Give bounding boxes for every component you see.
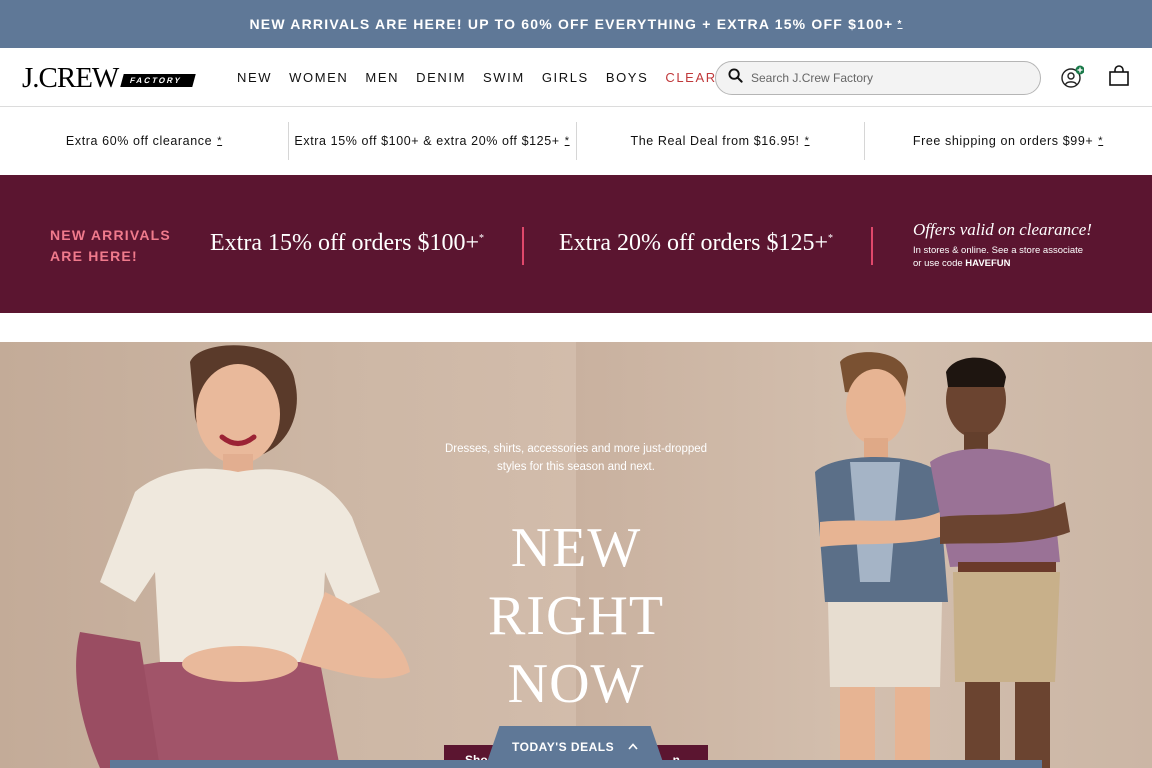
search-input[interactable] bbox=[751, 71, 1021, 85]
jcrew-factory-logo[interactable]: J.CREW FACTORY bbox=[22, 61, 196, 94]
offer-details-link[interactable]: * bbox=[217, 135, 222, 147]
deals-tab-label-row: TODAY'S DEALS bbox=[485, 739, 665, 754]
nav-men[interactable]: MEN bbox=[365, 70, 399, 85]
banner-lead-line2: ARE HERE! bbox=[50, 248, 138, 264]
offer-details-link[interactable]: * bbox=[1098, 135, 1103, 147]
search-icon[interactable] bbox=[728, 68, 743, 88]
banner-valid-heading: Offers valid on clearance! bbox=[913, 220, 1092, 239]
chevron-up-icon bbox=[628, 739, 638, 753]
banner-offer-20-mark: * bbox=[828, 233, 834, 244]
top-promo-bar[interactable]: NEW ARRIVALS ARE HERE! UP TO 60% OFF EVE… bbox=[0, 0, 1152, 48]
banner-offer-15-text: Extra 15% off orders $100+ bbox=[210, 230, 480, 256]
banner-valid-line2: or use code HAVEFUN bbox=[913, 257, 1092, 270]
logo-factory-tag: FACTORY bbox=[120, 73, 196, 87]
nav-swim[interactable]: SWIM bbox=[483, 70, 525, 85]
hero-section[interactable]: Dresses, shirts, accessories and more ju… bbox=[0, 342, 1152, 768]
shopping-bag-icon[interactable] bbox=[1108, 65, 1132, 89]
nav-women[interactable]: WOMEN bbox=[289, 70, 348, 85]
offer-free-shipping[interactable]: Free shipping on orders $99+ * bbox=[864, 107, 1152, 175]
hero-description: Dresses, shirts, accessories and more ju… bbox=[420, 440, 732, 476]
banner-valid-prefix: or use code bbox=[913, 258, 963, 269]
offer-real-deal[interactable]: The Real Deal from $16.95! * bbox=[576, 107, 864, 175]
top-promo-text: NEW ARRIVALS ARE HERE! UP TO 60% OFF EVE… bbox=[249, 16, 894, 32]
banner-valid-line1: In stores & online. See a store associat… bbox=[913, 245, 1084, 256]
hero-title-line2: RIGHT bbox=[487, 585, 665, 647]
todays-deals-tab[interactable]: TODAY'S DEALS bbox=[485, 726, 665, 768]
offer-details-link[interactable]: * bbox=[565, 135, 570, 147]
offer-extra-percent[interactable]: Extra 15% off $100+ & extra 20% off $125… bbox=[288, 107, 576, 175]
hero-men-image bbox=[790, 352, 1090, 768]
nav-new[interactable]: NEW bbox=[237, 70, 272, 85]
banner-offer-15-mark: * bbox=[479, 233, 485, 244]
banner-lead: NEW ARRIVALS ARE HERE! bbox=[50, 225, 171, 267]
offer-text: Extra 60% off clearance bbox=[65, 134, 213, 148]
top-promo-details-link[interactable]: * bbox=[897, 19, 902, 30]
offer-text: Extra 15% off $100+ & extra 20% off $125… bbox=[294, 134, 560, 148]
banner-valid-details: In stores & online. See a store associat… bbox=[913, 244, 1092, 270]
hero-title-line3: NOW bbox=[507, 653, 645, 715]
promo-code: HAVEFUN bbox=[965, 258, 1011, 269]
hero-woman-image bbox=[40, 342, 440, 768]
promo-banner[interactable]: NEW ARRIVALS ARE HERE! Extra 15% off ord… bbox=[0, 175, 1152, 313]
deals-tab-label: TODAY'S DEALS bbox=[512, 740, 615, 754]
nav-denim[interactable]: DENIM bbox=[416, 70, 466, 85]
user-icon[interactable] bbox=[1060, 65, 1085, 89]
search-box[interactable] bbox=[715, 61, 1041, 95]
offer-text: Free shipping on orders $99+ bbox=[912, 134, 1094, 148]
banner-divider bbox=[522, 227, 524, 265]
offer-text: The Real Deal from $16.95! bbox=[630, 134, 800, 148]
hero-copy-line2: styles for this season and next. bbox=[497, 461, 655, 473]
nav-girls[interactable]: GIRLS bbox=[542, 70, 589, 85]
banner-valid-note: Offers valid on clearance! In stores & o… bbox=[913, 220, 1092, 270]
site-header: J.CREW FACTORY NEW WOMEN MEN DENIM SWIM … bbox=[0, 48, 1152, 107]
main-nav: NEW WOMEN MEN DENIM SWIM GIRLS BOYS CLEA… bbox=[237, 48, 776, 107]
nav-boys[interactable]: BOYS bbox=[606, 70, 649, 85]
banner-offer-15: Extra 15% off orders $100+* bbox=[210, 230, 484, 257]
offer-details-link[interactable]: * bbox=[805, 135, 810, 147]
hero-title-line1: NEW bbox=[510, 517, 642, 579]
banner-divider bbox=[871, 227, 873, 265]
offer-clearance[interactable]: Extra 60% off clearance * bbox=[0, 107, 288, 175]
offers-strip: Extra 60% off clearance * Extra 15% off … bbox=[0, 107, 1152, 175]
banner-lead-line1: NEW ARRIVALS bbox=[50, 227, 171, 243]
banner-offer-20-text: Extra 20% off orders $125+ bbox=[559, 230, 829, 256]
hero-title: NEW RIGHT NOW bbox=[436, 514, 716, 718]
banner-offer-20: Extra 20% off orders $125+* bbox=[559, 230, 833, 257]
hero-copy-line1: Dresses, shirts, accessories and more ju… bbox=[444, 443, 708, 455]
logo-wordmark: J.CREW bbox=[22, 61, 119, 94]
